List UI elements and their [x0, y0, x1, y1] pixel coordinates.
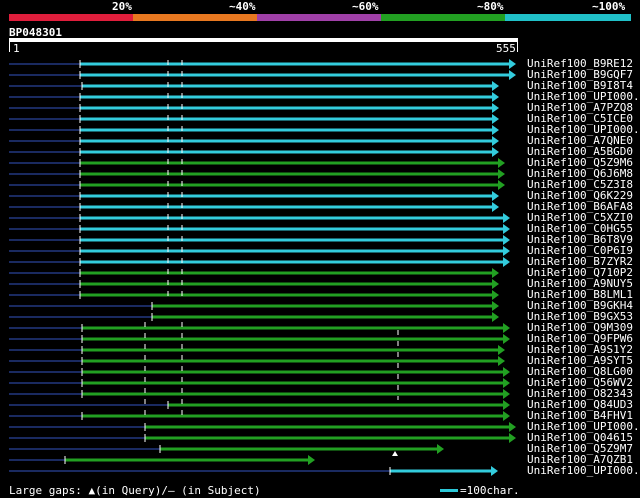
hit-arrow	[503, 224, 510, 234]
hit-arrow	[498, 158, 505, 168]
scale-bar	[440, 489, 458, 492]
hit-arrow	[492, 147, 499, 157]
hit-arrow	[503, 246, 510, 256]
hit-arrow	[492, 114, 499, 124]
hit-arrow	[498, 169, 505, 179]
hit-arrow	[503, 323, 510, 333]
hit-arrow	[503, 389, 510, 399]
hit-arrow	[503, 213, 510, 223]
hit-arrow	[492, 92, 499, 102]
hit-arrow	[492, 191, 499, 201]
hit-arrow	[509, 422, 516, 432]
hit-arrow	[437, 444, 444, 454]
hit-arrow	[492, 81, 499, 91]
hit-arrow	[492, 125, 499, 135]
hit-arrow	[498, 356, 505, 366]
hit-arrow	[492, 268, 499, 278]
footer-scale-label: =100char.	[460, 484, 520, 497]
hit-arrow	[308, 455, 315, 465]
hit-arrow	[509, 433, 516, 443]
hit-arrow	[503, 367, 510, 377]
hit-arrow	[498, 180, 505, 190]
hit-arrow	[492, 290, 499, 300]
hit-arrow	[503, 411, 510, 421]
hit-arrow	[492, 103, 499, 113]
hit-arrow	[509, 70, 516, 80]
hit-arrow	[492, 279, 499, 289]
alignment-overview: 20% ~40% ~60% ~80% ~100% BP048301 1 555 …	[0, 0, 640, 498]
hit-arrow	[503, 400, 510, 410]
hit-arrow	[509, 59, 516, 69]
footer-gaps-legend: Large gaps: ▲(in Query)/— (in Subject)	[9, 484, 261, 497]
hit-arrow	[492, 301, 499, 311]
hit-name[interactable]: UniRef100_UPI000..	[527, 465, 640, 476]
query-gap-icon	[392, 451, 398, 456]
hit-arrow	[503, 334, 510, 344]
hit-arrow	[492, 136, 499, 146]
hit-arrow	[503, 257, 510, 267]
hit-arrow	[491, 466, 498, 476]
hit-arrow	[503, 378, 510, 388]
hit-arrow	[498, 345, 505, 355]
hit-arrow	[503, 235, 510, 245]
hit-arrow	[492, 312, 499, 322]
hit-arrow	[492, 202, 499, 212]
